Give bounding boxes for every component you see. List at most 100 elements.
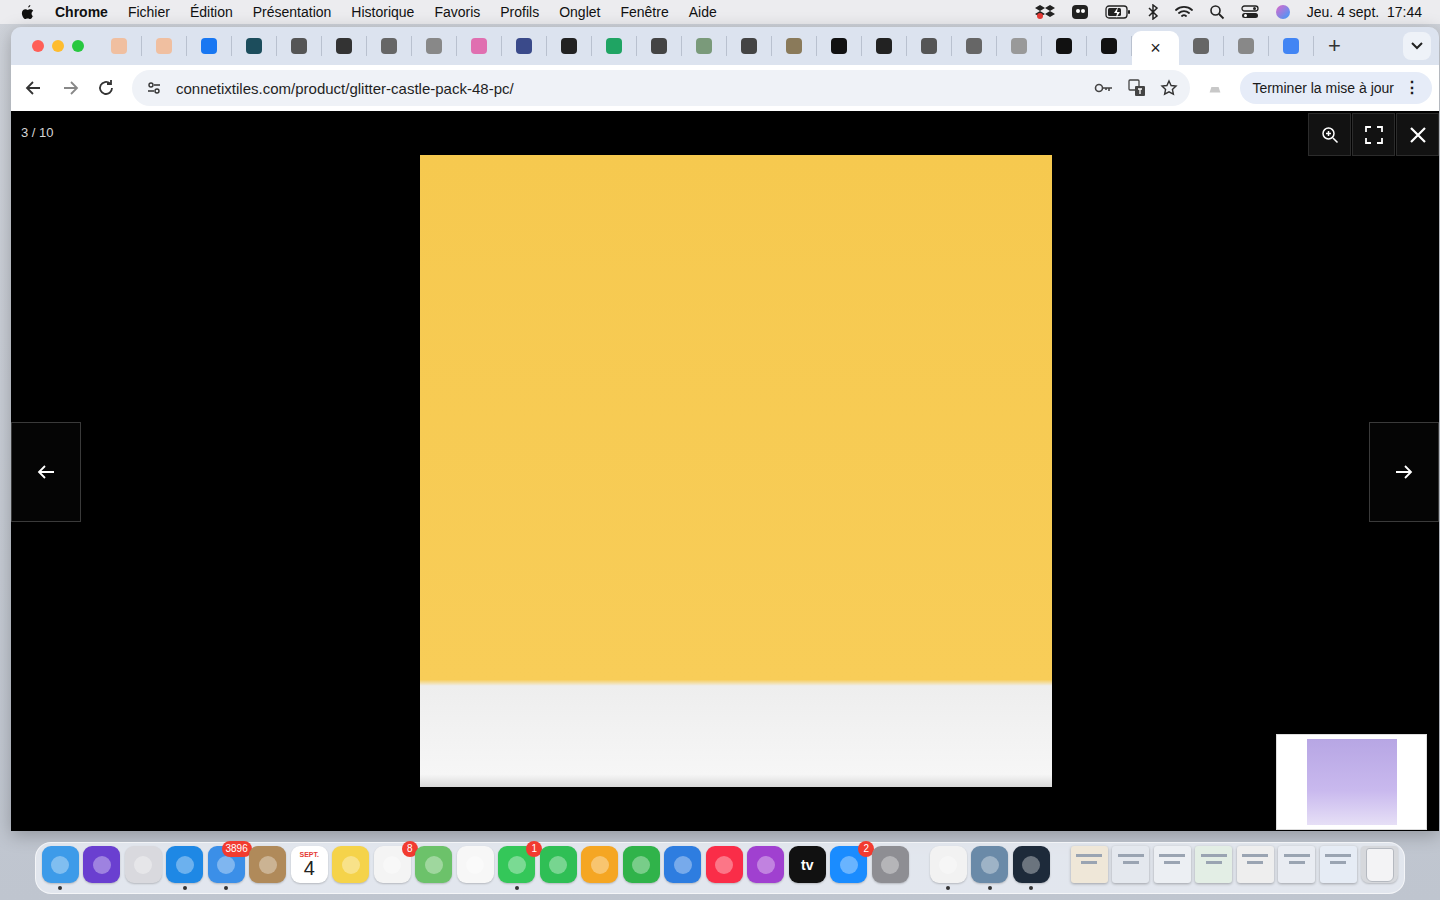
tab[interactable] [682, 36, 727, 56]
reload-icon[interactable] [96, 78, 116, 98]
tab[interactable] [772, 36, 817, 56]
tab[interactable] [1179, 36, 1224, 56]
tab[interactable] [97, 36, 142, 56]
menu-item[interactable]: Historique [351, 4, 414, 20]
dropbox-icon[interactable] [1035, 4, 1055, 20]
bluetooth-icon[interactable] [1147, 4, 1159, 20]
dock-item[interactable] [623, 845, 660, 891]
window-control-button[interactable] [52, 40, 64, 52]
dock-item[interactable] [664, 845, 701, 891]
dock-item[interactable] [971, 845, 1008, 891]
address-bar[interactable]: connetixtiles.com/product/glitter-castle… [132, 70, 1190, 106]
tab[interactable] [1087, 36, 1132, 56]
menu-item[interactable]: Aide [689, 4, 717, 20]
tab[interactable] [952, 36, 997, 56]
dock-item[interactable] [125, 845, 162, 891]
tab[interactable] [142, 36, 187, 56]
dock-item[interactable]: 1 [498, 845, 535, 891]
extension-icon[interactable] [1206, 79, 1224, 97]
siri-icon[interactable] [1275, 4, 1291, 20]
dock-item[interactable]: 8 [374, 845, 411, 891]
tab[interactable] [637, 36, 682, 56]
thumbnail[interactable] [1276, 734, 1427, 830]
tab[interactable] [457, 36, 502, 56]
translate-icon[interactable] [1128, 79, 1146, 97]
url-text[interactable]: connetixtiles.com/product/glitter-castle… [176, 80, 1080, 97]
menu-item[interactable]: Édition [190, 4, 233, 20]
ghost-icon[interactable] [1071, 4, 1089, 20]
dock-item[interactable]: 2 [830, 845, 867, 891]
dock-item[interactable] [1154, 845, 1191, 891]
dock-item[interactable] [872, 845, 909, 891]
back-arrow-icon[interactable] [24, 78, 44, 98]
menu-item[interactable]: Fenêtre [620, 4, 668, 20]
key-icon[interactable] [1094, 81, 1114, 95]
wifi-icon[interactable] [1175, 5, 1193, 19]
dock-item[interactable] [83, 845, 120, 891]
tab[interactable] [1269, 36, 1314, 56]
update-button-label[interactable]: Terminer la mise à jour [1252, 80, 1394, 96]
dock-item[interactable] [747, 845, 784, 891]
dock-item[interactable] [332, 845, 369, 891]
control-center-icon[interactable] [1241, 5, 1259, 19]
dock-item[interactable] [1071, 845, 1108, 891]
dock-item[interactable]: SEPT.4 [291, 845, 328, 891]
tab[interactable] [862, 36, 907, 56]
dock-item[interactable] [249, 845, 286, 891]
menu-item[interactable]: Présentation [253, 4, 332, 20]
tab[interactable] [817, 36, 862, 56]
tab[interactable]: × [1132, 31, 1179, 65]
tab[interactable] [1042, 36, 1087, 56]
menu-item[interactable]: Onglet [559, 4, 600, 20]
dock-item[interactable] [706, 845, 743, 891]
dock-item[interactable] [415, 845, 452, 891]
previous-image-button[interactable] [11, 422, 81, 522]
tab[interactable] [592, 36, 637, 56]
tab[interactable] [322, 36, 367, 56]
dock-item[interactable] [1112, 845, 1149, 891]
clock[interactable]: Jeu. 4 sept. 17:44 [1307, 4, 1422, 20]
new-tab-button[interactable]: + [1314, 35, 1355, 57]
dock-item[interactable]: tv [789, 845, 826, 891]
zoom-button[interactable] [1308, 113, 1351, 156]
dock-item[interactable] [1013, 845, 1050, 891]
dock-item[interactable] [540, 845, 577, 891]
apple-icon[interactable] [20, 4, 35, 21]
dock-item[interactable] [1195, 845, 1232, 891]
site-info-icon[interactable] [146, 80, 162, 96]
bookmark-star-icon[interactable] [1160, 79, 1178, 97]
window-control-button[interactable] [72, 40, 84, 52]
window-control-button[interactable] [32, 40, 44, 52]
tab[interactable] [997, 36, 1042, 56]
dock-item[interactable] [581, 845, 618, 891]
dock-item[interactable] [1278, 845, 1315, 891]
tab[interactable] [277, 36, 322, 56]
dock-item[interactable] [166, 845, 203, 891]
dock-item[interactable] [42, 845, 79, 891]
dock-item[interactable] [930, 845, 967, 891]
tab[interactable] [412, 36, 457, 56]
menu-button[interactable]: ⋮ [1404, 80, 1420, 96]
dock-item[interactable] [1237, 845, 1274, 891]
fullscreen-button[interactable] [1352, 113, 1395, 156]
tab[interactable] [367, 36, 412, 56]
update-button[interactable]: Terminer la mise à jour ⋮ [1240, 72, 1432, 104]
battery-icon[interactable] [1105, 5, 1131, 19]
tab-search-button[interactable] [1403, 32, 1431, 60]
tab[interactable] [1224, 36, 1269, 56]
tab[interactable] [907, 36, 952, 56]
tab[interactable] [547, 36, 592, 56]
forward-arrow-icon[interactable] [60, 78, 80, 98]
menu-app-name[interactable]: Chrome [55, 4, 108, 20]
tab-close-button[interactable]: × [1150, 39, 1161, 57]
tab[interactable] [232, 36, 277, 56]
tab[interactable] [187, 36, 232, 56]
dock-item[interactable] [457, 845, 494, 891]
tab[interactable] [727, 36, 772, 56]
menu-item[interactable]: Profils [500, 4, 539, 20]
search-icon[interactable] [1209, 4, 1225, 20]
product-photo[interactable] [420, 155, 1052, 787]
dock-item[interactable] [1361, 845, 1398, 891]
tab[interactable] [502, 36, 547, 56]
dock-item[interactable] [1320, 845, 1357, 891]
